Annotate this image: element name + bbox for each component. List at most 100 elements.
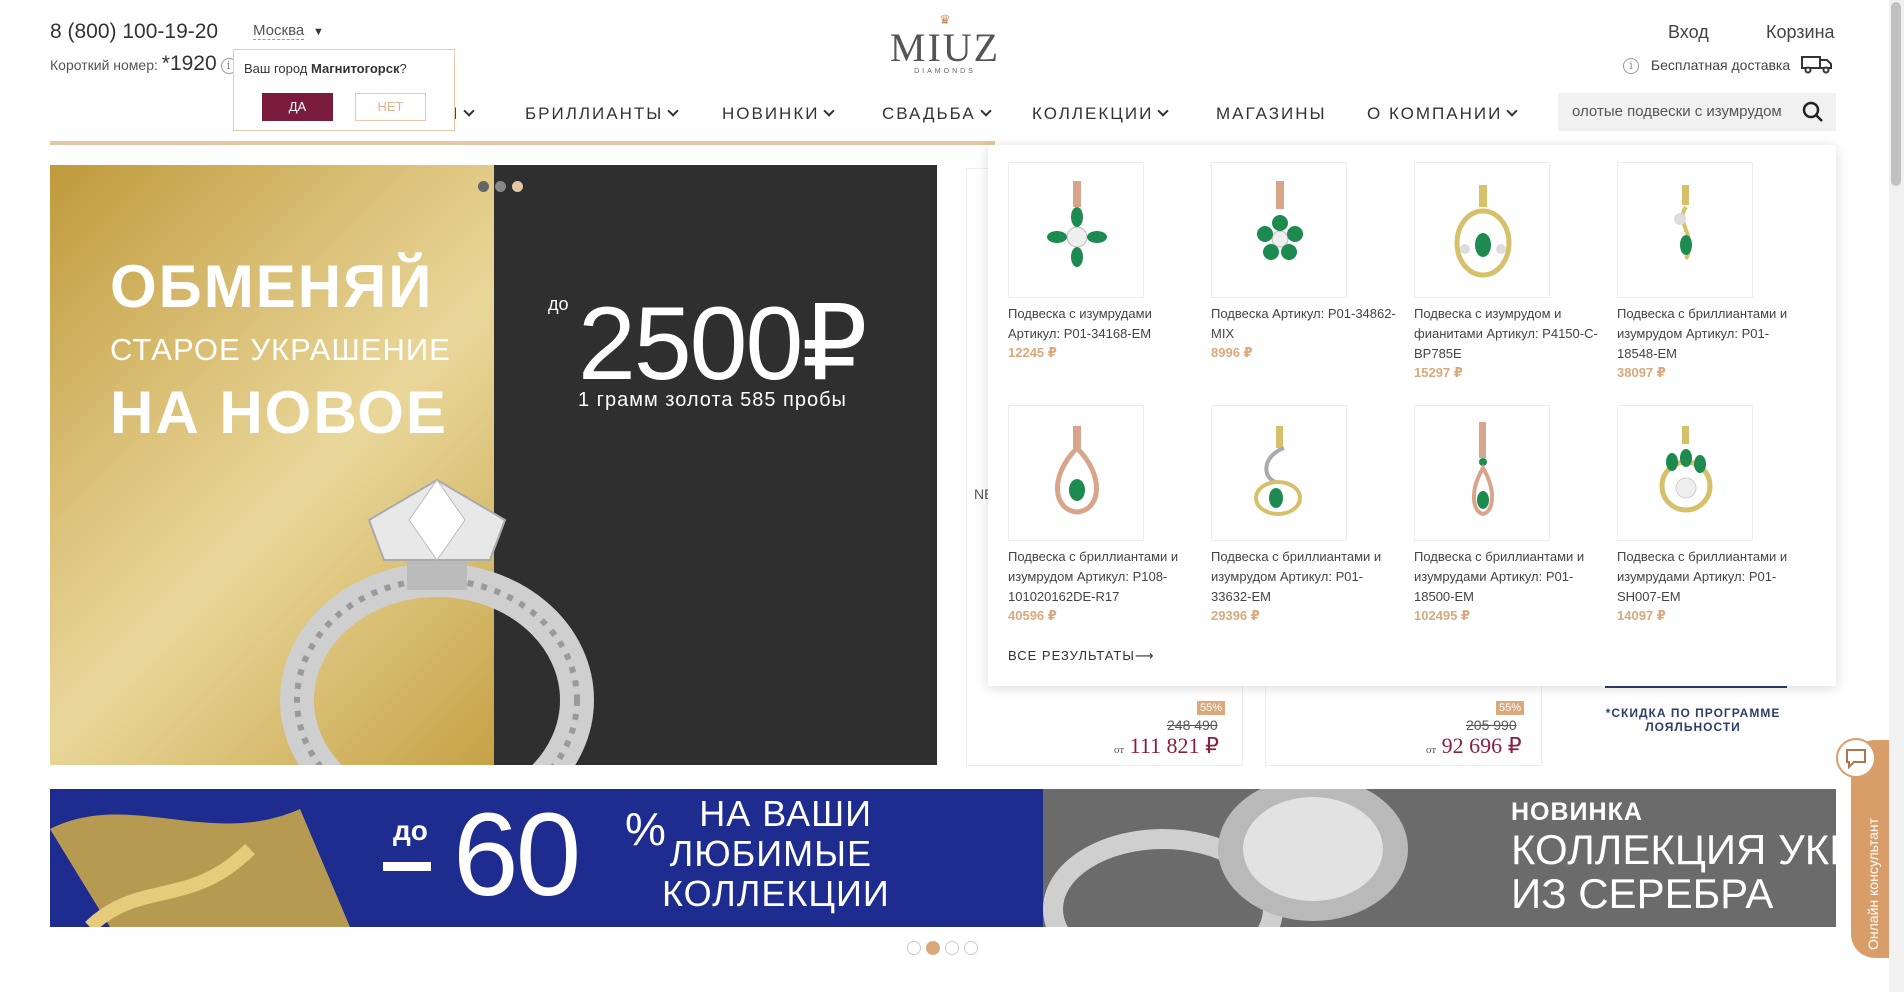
city-confirm-popup: Ваш город Магнитогорск? ДА НЕТ: [233, 49, 455, 131]
logo[interactable]: ♛ MIUZ DIAMONDS: [885, 12, 1005, 75]
product-name[interactable]: Подвеска с бриллиантами и изумрудом Арти…: [1211, 547, 1401, 607]
slider-dot-active[interactable]: [926, 941, 940, 955]
nav-divider: [50, 141, 995, 145]
product-image[interactable]: [1617, 162, 1753, 298]
current-price: от 92 696 ₽: [1426, 733, 1522, 758]
product-image[interactable]: [1008, 162, 1144, 298]
login-link[interactable]: Вход: [1668, 22, 1709, 43]
nav-item-stores[interactable]: МАГАЗИНЫ: [1216, 104, 1327, 124]
product-name[interactable]: Подвеска с бриллиантами и изумрудами Арт…: [1617, 547, 1807, 607]
city-yes-button[interactable]: ДА: [262, 93, 333, 121]
hero-slider-dots[interactable]: [478, 179, 529, 197]
nav-item-wedding[interactable]: СВАДЬБА: [882, 104, 992, 124]
product-name[interactable]: Подвеска с бриллиантами и изумрудами Арт…: [1414, 547, 1604, 607]
search-input[interactable]: олотые подвески с изумрудом: [1572, 103, 1794, 120]
sale-do: до: [393, 815, 428, 846]
sale-text: НА ВАШИ ЛЮБИМЫЕ КОЛЛЕКЦИИ: [662, 793, 889, 914]
nav-item-new[interactable]: НОВИНКИ: [722, 104, 836, 124]
search-result-item[interactable]: Подвеска с бриллиантами и изумрудом Арти…: [1008, 405, 1198, 624]
suggested-city: Магнитогорск: [311, 61, 400, 76]
slider-dot[interactable]: [945, 941, 959, 955]
nav-item-about[interactable]: О КОМПАНИИ: [1367, 104, 1518, 124]
search-result-item[interactable]: Подвеска с изумрудами Артикул: P01-34168…: [1008, 162, 1198, 361]
hero-note: 1 грамм золота 585 пробы: [578, 389, 847, 411]
product-name[interactable]: Подвеска с изумрудом и фианитами Артикул…: [1414, 304, 1604, 364]
banner-slider-dots[interactable]: [907, 941, 983, 960]
truck-icon: [1801, 56, 1832, 74]
product-name[interactable]: Подвеска с изумрудами Артикул: P01-34168…: [1008, 304, 1198, 344]
new-collection-line: КОЛЛЕКЦИЯ УКРА: [1511, 826, 1883, 873]
product-price: 102495 ₽: [1414, 608, 1471, 623]
search-result-item[interactable]: Подвеска с бриллиантами и изумрудами Арт…: [1414, 405, 1604, 624]
new-collection-title: КОЛЛЕКЦИЯ УКРА ИЗ СЕРЕБРА: [1511, 828, 1882, 916]
sale-percent: %: [625, 803, 666, 855]
silver-ring-image: [1043, 789, 1408, 927]
search-box[interactable]: олотые подвески с изумрудом: [1558, 93, 1836, 131]
sale-text-line: НА ВАШИ: [699, 793, 872, 834]
current-price: от 111 821 ₽: [1114, 733, 1220, 758]
slider-dot-active[interactable]: [512, 181, 523, 192]
scrollbar-thumb[interactable]: [1891, 2, 1901, 186]
search-result-item[interactable]: Подвеска с бриллиантами и изумрудом Арти…: [1617, 162, 1807, 381]
product-price: 29396 ₽: [1211, 608, 1260, 623]
hero-title-1: ОБМЕНЯЙ: [110, 253, 434, 320]
slider-dot[interactable]: [907, 941, 921, 955]
nav-item-collections[interactable]: КОЛЛЕКЦИИ: [1032, 104, 1169, 124]
product-image[interactable]: [1211, 162, 1347, 298]
loyalty-divider: [1605, 686, 1787, 688]
product-price: 14097 ₽: [1617, 608, 1666, 623]
hero-title-3: НА НОВОЕ: [110, 379, 448, 446]
ribbon-image: [50, 809, 350, 927]
product-image[interactable]: [1211, 405, 1347, 541]
info-icon: i: [1623, 58, 1639, 75]
search-icon[interactable]: [1802, 101, 1824, 123]
discount-badge: 55%: [1496, 698, 1525, 716]
search-result-item[interactable]: Подвеска с изумрудом и фианитами Артикул…: [1414, 162, 1604, 381]
hero-title-2: СТАРОЕ УКРАШЕНИЕ: [110, 332, 451, 367]
short-number-value: *1920: [161, 52, 217, 75]
product-image[interactable]: [1414, 162, 1550, 298]
phone-number[interactable]: 8 (800) 100-19-20: [50, 20, 218, 44]
caret-down-icon[interactable]: ▼: [313, 26, 324, 38]
new-label: НОВИНКА: [1511, 798, 1643, 826]
cart-link[interactable]: Корзина: [1766, 22, 1835, 43]
search-result-item[interactable]: Подвеска с бриллиантами и изумрудом Арти…: [1211, 405, 1401, 624]
product-image[interactable]: [1617, 405, 1753, 541]
short-number-label: Короткий номер:: [50, 57, 158, 73]
product-price: 40596 ₽: [1008, 608, 1057, 623]
discount-badge: 55%: [1197, 698, 1226, 716]
old-price: 205 990: [1466, 717, 1517, 733]
product-name[interactable]: Подвеска Артикул: P01-34862-MIX: [1211, 304, 1401, 344]
product-image[interactable]: [1008, 405, 1144, 541]
minus-sign: [383, 862, 431, 871]
logo-brand: MIUZ: [889, 25, 1001, 70]
chevron-down-icon: [980, 105, 992, 117]
city-selector[interactable]: Москва: [253, 22, 305, 40]
search-result-item[interactable]: Подвеска с бриллиантами и изумрудами Арт…: [1617, 405, 1807, 624]
product-price: 15297 ₽: [1414, 365, 1463, 380]
product-name[interactable]: Подвеска с бриллиантами и изумрудом Арти…: [1008, 547, 1198, 607]
free-shipping[interactable]: i Бесплатная доставка: [1623, 57, 1790, 75]
city-question: Ваш город Магнитогорск?: [244, 61, 407, 76]
all-results-link[interactable]: ВСЕ РЕЗУЛЬТАТЫ⟶: [1008, 648, 1155, 664]
product-price: 12245 ₽: [1008, 345, 1057, 360]
chevron-down-icon: [1157, 105, 1169, 117]
chat-icon[interactable]: [1836, 738, 1876, 778]
chevron-down-icon: [667, 105, 679, 117]
product-image[interactable]: [1414, 405, 1550, 541]
slider-dot[interactable]: [478, 181, 489, 192]
search-result-item[interactable]: Подвеска Артикул: P01-34862-MIX 8996 ₽: [1211, 162, 1401, 361]
sale-value: 60: [453, 789, 581, 921]
chevron-down-icon: [1506, 105, 1518, 117]
chevron-down-icon: [463, 105, 475, 117]
hero-do: до: [548, 294, 569, 314]
product-name[interactable]: Подвеска с бриллиантами и изумрудом Арти…: [1617, 304, 1807, 364]
nav-item-diamonds[interactable]: БРИЛЛИАНТЫ: [525, 104, 679, 124]
short-number: Короткий номер: *1920 i: [50, 52, 237, 76]
new-collection-line: ИЗ СЕРЕБРА: [1511, 870, 1774, 917]
slider-dot[interactable]: [495, 181, 506, 192]
sale-text-line: ЛЮБИМЫЕ: [669, 833, 872, 874]
slider-dot[interactable]: [964, 941, 978, 955]
ring-image: [280, 478, 594, 765]
city-no-button[interactable]: НЕТ: [355, 93, 426, 121]
